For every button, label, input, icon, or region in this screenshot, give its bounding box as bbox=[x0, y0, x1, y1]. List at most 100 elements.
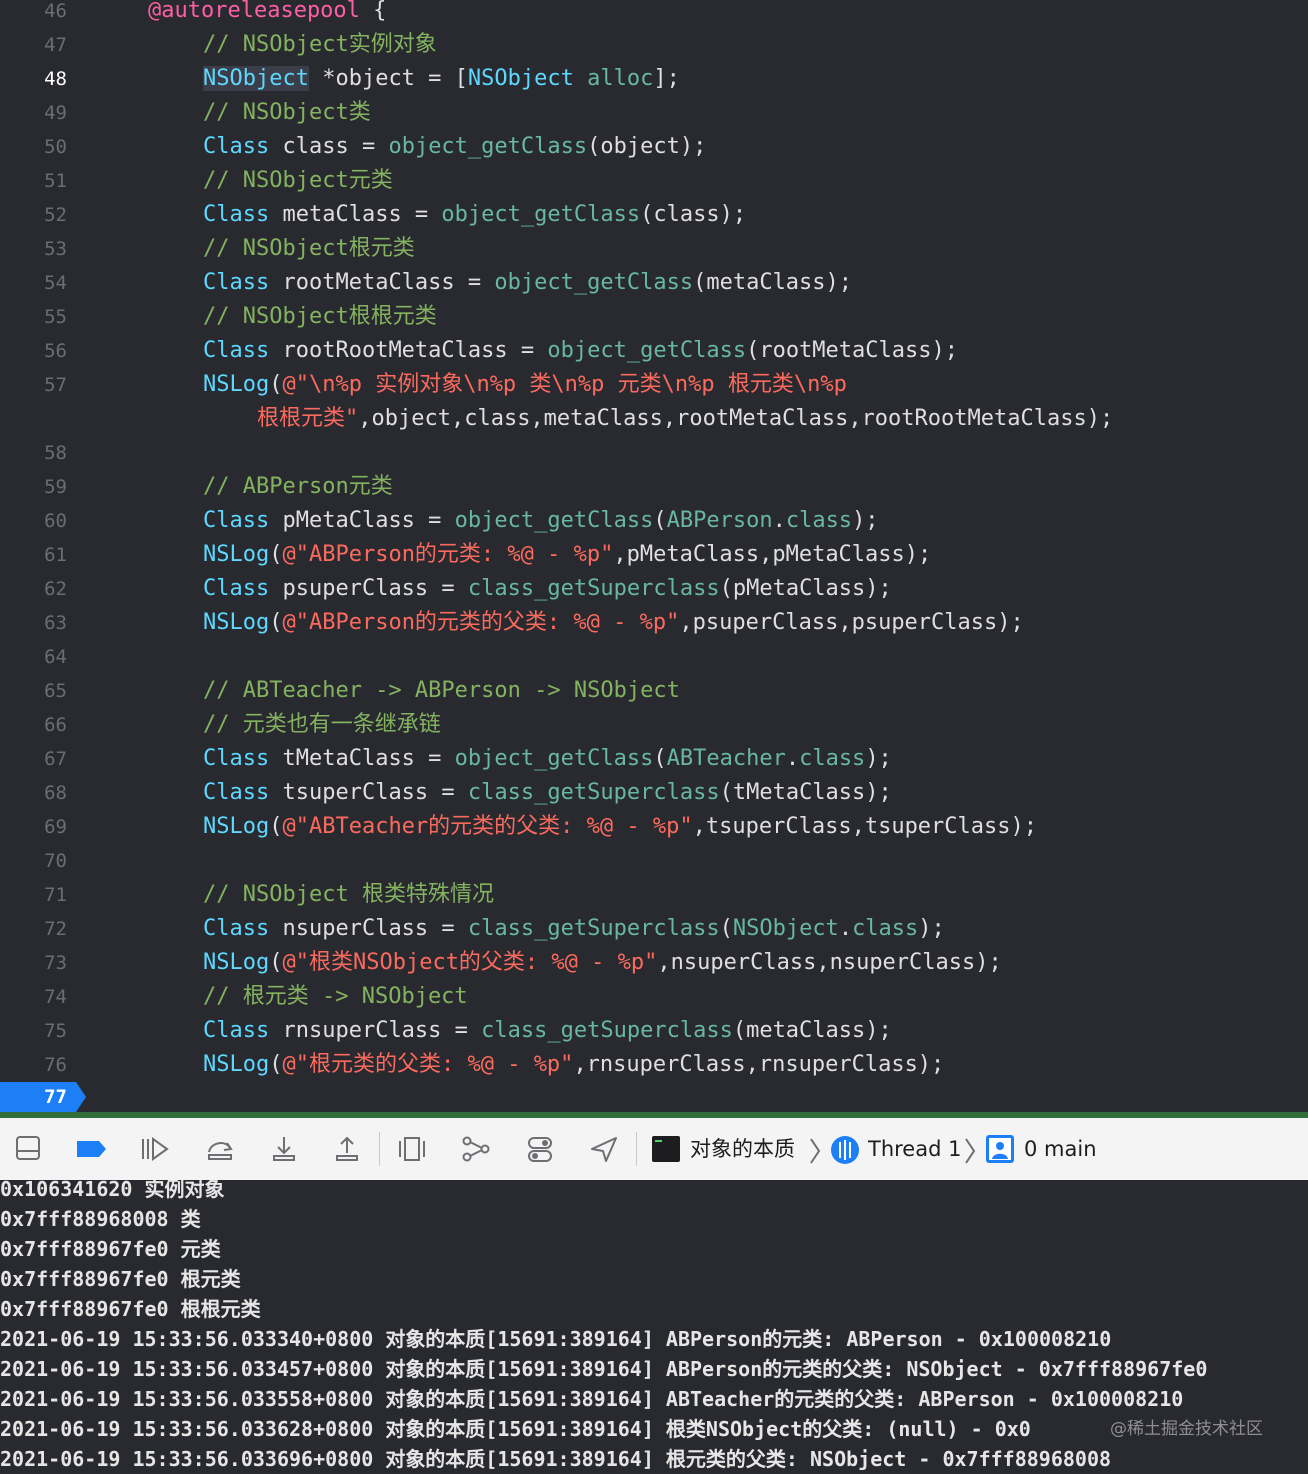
code-line[interactable]: 64 bbox=[0, 640, 1308, 674]
environment-overrides-button[interactable] bbox=[522, 1132, 558, 1166]
line-number[interactable]: 74 bbox=[0, 980, 67, 1014]
code-line[interactable]: 57 NSLog(@"\n%p 实例对象\n%p 类\n%p 元类\n%p 根元类… bbox=[0, 368, 1308, 402]
code-line[interactable]: 73 NSLog(@"根类NSObject的父类: %@ - %p",nsuper… bbox=[0, 946, 1308, 980]
code-token: *object = [ bbox=[308, 66, 468, 91]
line-number[interactable]: 73 bbox=[0, 946, 67, 980]
code-line[interactable]: 49 // NSObject类 bbox=[0, 96, 1308, 130]
memory-graph-button[interactable] bbox=[458, 1132, 494, 1166]
code-line[interactable]: 54 Class rootMetaClass = object_getClass(… bbox=[0, 266, 1308, 300]
code-token: ( bbox=[269, 372, 283, 397]
code-token: object_getClass bbox=[547, 338, 747, 363]
breadcrumb-target[interactable]: 对象的本质 bbox=[690, 1118, 795, 1180]
line-number[interactable]: 56 bbox=[0, 334, 67, 368]
line-number[interactable]: 47 bbox=[0, 28, 67, 62]
code-token: rootMetaClass = bbox=[269, 270, 495, 295]
line-number[interactable]: 71 bbox=[0, 878, 67, 912]
chevron-right-icon bbox=[810, 1138, 821, 1164]
line-number[interactable]: 62 bbox=[0, 572, 67, 606]
line-number[interactable]: 64 bbox=[0, 640, 67, 674]
code-line[interactable]: 根根元类",object,class,metaClass,rootMetaCla… bbox=[0, 402, 1308, 436]
code-line[interactable]: 76 NSLog(@"根元类的父类: %@ - %p",rnsuperClass,… bbox=[0, 1048, 1308, 1082]
breakpoint-icon bbox=[77, 1141, 106, 1157]
code-line[interactable]: 66 // 元类也有一条继承链 bbox=[0, 708, 1308, 742]
line-number[interactable]: 72 bbox=[0, 912, 67, 946]
code-line[interactable]: 72 Class nsuperClass = class_getSuperclas… bbox=[0, 912, 1308, 946]
simulate-location-button[interactable] bbox=[586, 1132, 622, 1166]
line-number[interactable]: 63 bbox=[0, 606, 67, 640]
code-line[interactable]: 53 // NSObject根元类 bbox=[0, 232, 1308, 266]
code-token: // 根元类 -> NSObject bbox=[203, 984, 468, 1009]
terminal-app-icon bbox=[652, 1136, 680, 1162]
code-line[interactable]: 74 // 根元类 -> NSObject bbox=[0, 980, 1308, 1014]
line-number[interactable]: 61 bbox=[0, 538, 67, 572]
step-out-button[interactable] bbox=[329, 1132, 365, 1166]
line-number[interactable]: 51 bbox=[0, 164, 67, 198]
hide-debug-area-button[interactable] bbox=[10, 1132, 46, 1166]
code-line[interactable]: 61 NSLog(@"ABPerson的元类: %@ - %p",pMetaCla… bbox=[0, 538, 1308, 572]
line-number[interactable]: 75 bbox=[0, 1014, 67, 1048]
code-text: // ABPerson元类 bbox=[203, 470, 393, 504]
step-over-button[interactable] bbox=[202, 1132, 238, 1166]
line-number[interactable]: 55 bbox=[0, 300, 67, 334]
code-line[interactable]: 62 Class psuperClass = class_getSuperclas… bbox=[0, 572, 1308, 606]
breakpoints-toggle-button[interactable] bbox=[73, 1132, 109, 1166]
line-number[interactable]: 66 bbox=[0, 708, 67, 742]
code-token: rootRootMetaClass = bbox=[269, 338, 548, 363]
code-token: // ABPerson元类 bbox=[203, 474, 393, 499]
line-number[interactable]: 54 bbox=[0, 266, 67, 300]
code-line[interactable]: 65 // ABTeacher -> ABPerson -> NSObject bbox=[0, 674, 1308, 708]
line-number[interactable]: 48 bbox=[0, 62, 67, 96]
code-line[interactable]: 48 NSObject *object = [NSObject alloc]; bbox=[0, 62, 1308, 96]
code-token: ( bbox=[269, 610, 283, 635]
code-line[interactable]: 60 Class pMetaClass = object_getClass(ABP… bbox=[0, 504, 1308, 538]
code-line[interactable]: 47 // NSObject实例对象 bbox=[0, 28, 1308, 62]
code-line[interactable]: 68 Class tsuperClass = class_getSuperclas… bbox=[0, 776, 1308, 810]
breakpoint-marker[interactable]: 77 bbox=[0, 1082, 86, 1112]
line-number[interactable]: 57 bbox=[0, 368, 67, 402]
code-token: ,tsuperClass,tsuperClass); bbox=[692, 814, 1038, 839]
debug-view-hierarchy-button[interactable] bbox=[394, 1132, 430, 1166]
line-number[interactable]: 70 bbox=[0, 844, 67, 878]
console-line: 0x7fff88967fe0 根元类 bbox=[0, 1267, 241, 1291]
code-line[interactable]: 71 // NSObject 根类特殊情况 bbox=[0, 878, 1308, 912]
location-arrow-icon bbox=[591, 1137, 617, 1162]
line-number[interactable]: 67 bbox=[0, 742, 67, 776]
code-line[interactable]: 70 bbox=[0, 844, 1308, 878]
line-number[interactable]: 50 bbox=[0, 130, 67, 164]
line-number[interactable]: 59 bbox=[0, 470, 67, 504]
code-line[interactable]: 58 bbox=[0, 436, 1308, 470]
line-number[interactable]: 76 bbox=[0, 1048, 67, 1082]
line-number[interactable]: 60 bbox=[0, 504, 67, 538]
code-line[interactable]: 50 Class class = object_getClass(object); bbox=[0, 130, 1308, 164]
step-over-icon bbox=[208, 1142, 233, 1160]
line-number[interactable]: 49 bbox=[0, 96, 67, 130]
line-number[interactable]: 69 bbox=[0, 810, 67, 844]
line-number[interactable]: 46 bbox=[0, 0, 67, 28]
code-line[interactable]: 51 // NSObject元类 bbox=[0, 164, 1308, 198]
breadcrumb-thread[interactable]: Thread 1 bbox=[868, 1118, 961, 1180]
code-token: ( bbox=[269, 542, 283, 567]
code-line[interactable]: 46 @autoreleasepool { bbox=[0, 0, 1308, 28]
code-token: NSLog bbox=[203, 372, 270, 397]
line-number[interactable]: 52 bbox=[0, 198, 67, 232]
code-line[interactable]: 56 Class rootRootMetaClass = object_getCl… bbox=[0, 334, 1308, 368]
code-line[interactable]: 67 Class tMetaClass = object_getClass(ABT… bbox=[0, 742, 1308, 776]
code-line[interactable]: 63 NSLog(@"ABPerson的元类的父类: %@ - %p",psupe… bbox=[0, 606, 1308, 640]
line-number[interactable]: 58 bbox=[0, 436, 67, 470]
line-number[interactable]: 53 bbox=[0, 232, 67, 266]
line-number[interactable]: 68 bbox=[0, 776, 67, 810]
code-line[interactable]: 59 // ABPerson元类 bbox=[0, 470, 1308, 504]
line-number[interactable]: 65 bbox=[0, 674, 67, 708]
code-line[interactable]: 55 // NSObject根根元类 bbox=[0, 300, 1308, 334]
code-token: @"ABPerson的元类的父类: %@ - %p" bbox=[282, 610, 680, 635]
code-line[interactable]: 75 Class rnsuperClass = class_getSupercla… bbox=[0, 1014, 1308, 1048]
code-editor[interactable]: 46 @autoreleasepool {47// NSObject实例对象 48 N… bbox=[0, 0, 1308, 1114]
code-token: (object); bbox=[587, 134, 707, 159]
breadcrumb-frame[interactable]: 0 main bbox=[1024, 1118, 1097, 1180]
step-into-button[interactable] bbox=[266, 1132, 302, 1166]
code-line[interactable]: 69 NSLog(@"ABTeacher的元类的父类: %@ - %p",tsup… bbox=[0, 810, 1308, 844]
code-token: object_getClass bbox=[454, 746, 654, 771]
user-frame-icon bbox=[986, 1135, 1014, 1163]
code-line[interactable]: 52 Class metaClass = object_getClass(clas… bbox=[0, 198, 1308, 232]
continue-button[interactable] bbox=[136, 1132, 172, 1166]
